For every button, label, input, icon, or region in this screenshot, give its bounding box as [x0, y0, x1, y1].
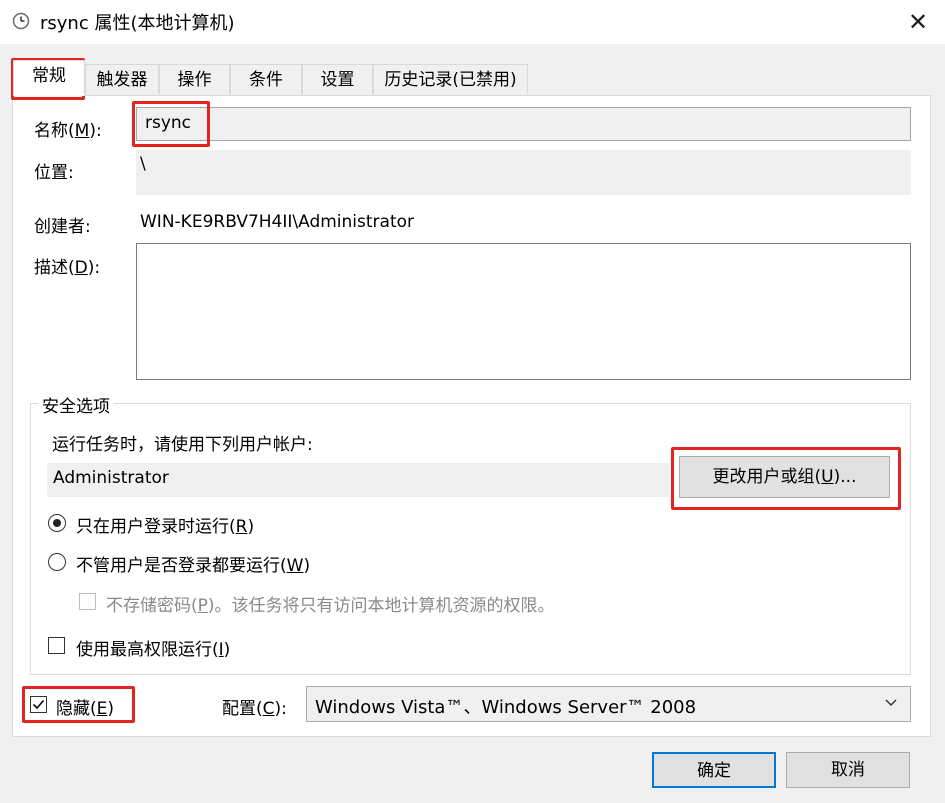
tab-actions[interactable]: 操作 [159, 64, 230, 94]
hidden-checkbox[interactable] [30, 696, 47, 713]
tab-general[interactable]: 常规 [13, 60, 85, 96]
no-store-password-checkbox[interactable] [79, 593, 96, 610]
configure-selected-value: Windows Vista™、Windows Server™ 2008 [315, 697, 697, 718]
hidden-label[interactable]: 隐藏(E) [56, 694, 114, 719]
name-field[interactable]: rsync [136, 107, 911, 141]
location-label: 位置: [34, 163, 74, 183]
radio-always-run[interactable] [48, 553, 66, 571]
tab-triggers[interactable]: 触发器 [85, 64, 159, 94]
no-store-password-label: 不存储密码(P)。该任务将只有访问本地计算机资源的权限。 [106, 596, 555, 616]
highest-privileges-checkbox[interactable] [48, 637, 65, 654]
tab-settings[interactable]: 设置 [302, 64, 373, 94]
description-textarea[interactable] [136, 243, 911, 380]
change-user-button[interactable]: 更改用户或组(U)... [679, 456, 890, 498]
run-as-prompt: 运行任务时，请使用下列用户帐户: [52, 435, 313, 455]
location-field[interactable]: \ [136, 150, 911, 195]
security-options-title: 安全选项 [38, 392, 114, 417]
cancel-button[interactable]: 取消 [786, 752, 910, 788]
tab-history[interactable]: 历史记录(已禁用) [373, 64, 528, 94]
configure-dropdown[interactable]: Windows Vista™、Windows Server™ 2008 [306, 686, 911, 722]
highest-privileges-label[interactable]: 使用最高权限运行(I) [76, 635, 230, 660]
chevron-down-icon [884, 695, 898, 713]
author-label: 创建者: [34, 217, 91, 237]
tab-conditions[interactable]: 条件 [230, 64, 302, 94]
name-label: 名称(M): [34, 121, 102, 141]
checkmark-icon [32, 699, 45, 710]
radio-logged-on[interactable] [48, 514, 66, 532]
ok-button[interactable]: 确定 [652, 752, 776, 788]
radio-logged-on-label[interactable]: 只在用户登录时运行(R) [76, 512, 254, 537]
description-label: 描述(D): [34, 258, 101, 278]
window-title: rsync 属性(本地计算机) [40, 13, 235, 34]
configure-label: 配置(C): [222, 699, 287, 719]
author-value[interactable]: WIN-KE9RBV7H4II\Administrator [140, 212, 414, 232]
close-icon[interactable]: ✕ [896, 4, 940, 40]
radio-selected-dot [53, 519, 61, 527]
radio-always-run-label[interactable]: 不管用户是否登录都要运行(W) [76, 551, 310, 576]
user-account-field[interactable]: Administrator [47, 463, 669, 497]
clock-icon [12, 12, 30, 30]
